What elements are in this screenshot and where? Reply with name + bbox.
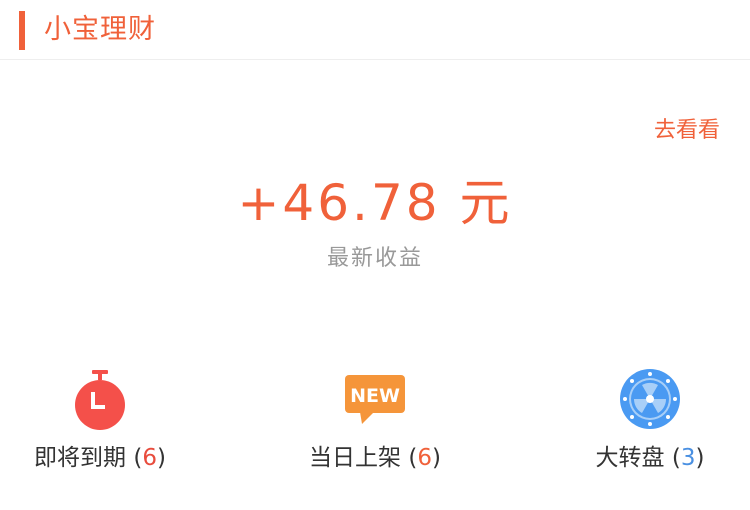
lucky-wheel-count: 3 xyxy=(680,445,696,471)
lucky-wheel-label: 大转盘 (3) xyxy=(595,445,705,471)
finance-panel: 小宝理财 去看看 +46.78 元 最新收益 即将到期 (6) NEW 当日上架… xyxy=(0,0,750,510)
stopwatch-icon xyxy=(75,370,125,430)
latest-earnings-label: 最新收益 xyxy=(326,246,423,271)
latest-earnings-amount: +46.78 元 xyxy=(237,174,513,232)
section-header: 小宝理财 xyxy=(0,0,750,60)
header-accent-bar xyxy=(19,11,25,50)
expiring-soon-label: 即将到期 (6) xyxy=(34,445,166,471)
listed-today-button[interactable]: NEW 当日上架 (6) xyxy=(275,368,475,478)
new-badge-icon: NEW xyxy=(345,375,405,424)
wheel-icon xyxy=(620,369,680,429)
listed-today-label: 当日上架 (6) xyxy=(309,445,441,471)
expiring-count: 6 xyxy=(142,445,157,471)
section-title: 小宝理财 xyxy=(44,14,156,45)
listed-today-count: 6 xyxy=(417,445,432,471)
svg-text:NEW: NEW xyxy=(350,385,400,407)
lucky-wheel-button[interactable]: 大转盘 (3) xyxy=(550,368,750,478)
expiring-soon-button[interactable]: 即将到期 (6) xyxy=(0,368,200,478)
go-see-link[interactable]: 去看看 xyxy=(654,112,720,144)
